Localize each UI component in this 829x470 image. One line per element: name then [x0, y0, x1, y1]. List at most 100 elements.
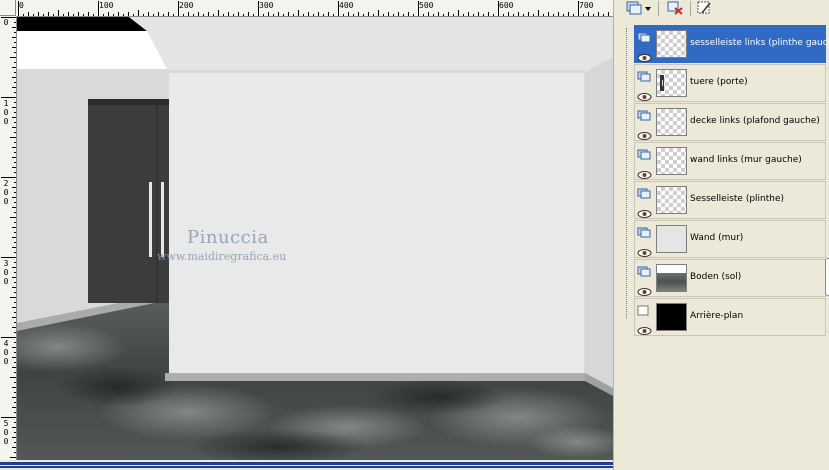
ruler-label: 2 — [3, 179, 9, 188]
layer-thumbnail — [656, 264, 687, 292]
ruler-tick — [388, 12, 389, 16]
layer-row[interactable]: Sesselleiste (plinthe) — [634, 181, 826, 219]
ruler-tick — [12, 127, 16, 128]
ruler-tick — [283, 14, 284, 16]
ruler-label: 0 — [3, 117, 9, 126]
layer-row[interactable]: Boden (sol) — [634, 259, 826, 297]
ruler-tick — [493, 14, 494, 16]
ruler-tick — [14, 82, 16, 83]
ruler-tick — [14, 422, 16, 423]
ruler-tick — [218, 10, 219, 16]
ruler-tick — [108, 12, 109, 16]
ruler-tick — [1, 337, 16, 338]
layer-name: Sesselleiste (plinthe) — [690, 194, 785, 204]
layer-row[interactable]: tuere (porte) — [634, 64, 826, 102]
panel-scroll-handle[interactable] — [825, 258, 829, 296]
ruler-tick — [378, 10, 379, 16]
ruler-tick — [12, 197, 16, 198]
ruler-tick — [253, 14, 254, 16]
ruler-tick — [568, 12, 569, 16]
visibility-eye-icon[interactable] — [637, 165, 652, 179]
new-layer-icon — [626, 1, 651, 15]
ruler-tick — [233, 14, 234, 16]
visibility-eye-icon[interactable] — [637, 87, 652, 101]
ruler-tick — [14, 352, 16, 353]
visibility-eye-icon[interactable] — [637, 126, 652, 140]
ruler-tick — [543, 14, 544, 16]
visibility-eye-icon[interactable] — [637, 48, 652, 62]
ruler-tick — [10, 217, 16, 218]
ruler-tick — [14, 62, 16, 63]
visibility-eye-icon[interactable] — [637, 204, 652, 218]
ruler-label: 500 — [419, 1, 434, 10]
ruler-tick — [14, 72, 16, 73]
ruler-tick — [313, 14, 314, 16]
ruler-tick — [363, 14, 364, 16]
ruler-tick — [14, 382, 16, 383]
ruler-tick — [14, 372, 16, 373]
ruler-label: 1 — [3, 99, 9, 108]
vertical-ruler[interactable]: 0 1 0 0 2 0 0 3 0 0 4 0 0 5 0 0 — [0, 16, 17, 460]
delete-layer-button[interactable] — [664, 0, 686, 16]
ruler-tick — [12, 157, 16, 158]
ruler-tick — [158, 12, 159, 16]
layer-row[interactable]: wand links (mur gauche) — [634, 142, 826, 180]
ruler-label: 0 — [3, 108, 9, 117]
ruler-tick — [553, 14, 554, 16]
horizontal-scrollbar[interactable] — [0, 460, 613, 470]
visibility-eye-icon[interactable] — [637, 321, 652, 335]
ruler-tick — [278, 12, 279, 16]
ruler-label: 200 — [179, 1, 194, 10]
ruler-tick — [28, 12, 29, 16]
ruler-label: 0 — [3, 437, 9, 446]
layer-properties-button[interactable] — [694, 0, 716, 16]
ruler-tick — [198, 12, 199, 16]
visibility-eye-icon[interactable] — [637, 282, 652, 296]
ruler-tick — [588, 12, 589, 16]
image-canvas[interactable]: Pinuccia www.maidiregrafica.eu — [17, 17, 613, 460]
ruler-tick — [14, 172, 16, 173]
layer-thumbnail — [656, 69, 687, 97]
ruler-tick — [14, 162, 16, 163]
ruler-tick — [12, 407, 16, 408]
horizontal-ruler[interactable]: 0 100 200 300 400 500 600 700 — [16, 0, 613, 17]
ruler-tick — [12, 147, 16, 148]
ruler-tick — [343, 14, 344, 16]
visibility-eye-icon[interactable] — [637, 243, 652, 257]
ruler-tick — [12, 357, 16, 358]
ruler-tick — [12, 237, 16, 238]
ruler-tick — [12, 267, 16, 268]
ruler-label: 700 — [579, 1, 594, 10]
ruler-tick — [43, 14, 44, 16]
ruler-tick — [12, 367, 16, 368]
layer-row[interactable]: sesselleiste links (plinthe gauche) — [634, 25, 829, 63]
raster-layer-icon — [637, 302, 652, 316]
layer-row[interactable]: decke links (plafond gauche) — [634, 103, 826, 141]
ruler-tick — [1, 97, 16, 98]
ruler-tick — [183, 14, 184, 16]
ruler-tick — [14, 312, 16, 313]
ruler-tick — [578, 1, 579, 16]
ruler-tick — [14, 252, 16, 253]
ruler-label: 0 — [3, 197, 9, 206]
ruler-tick — [14, 52, 16, 53]
ruler-tick — [10, 457, 16, 458]
ruler-tick — [398, 12, 399, 16]
ruler-tick — [10, 57, 16, 58]
ruler-tick — [328, 12, 329, 16]
ruler-tick — [14, 212, 16, 213]
ruler-tick — [298, 10, 299, 16]
layer-list: sesselleiste links (plinthe gauche) tuere… — [634, 25, 829, 337]
new-layer-button[interactable] — [624, 0, 654, 16]
scrollbar-track — [0, 466, 613, 468]
layer-thumbnail — [656, 225, 687, 253]
ruler-tick — [14, 132, 16, 133]
properties-icon — [697, 1, 711, 14]
layer-row[interactable]: Wand (mur) — [634, 220, 826, 258]
layer-row[interactable]: Arrière-plan — [634, 298, 826, 336]
ruler-tick — [98, 1, 99, 16]
ruler-tick — [14, 442, 16, 443]
layer-thumbnail — [656, 186, 687, 214]
layer-thumbnail — [656, 108, 687, 136]
layer-thumbnail — [656, 30, 687, 58]
